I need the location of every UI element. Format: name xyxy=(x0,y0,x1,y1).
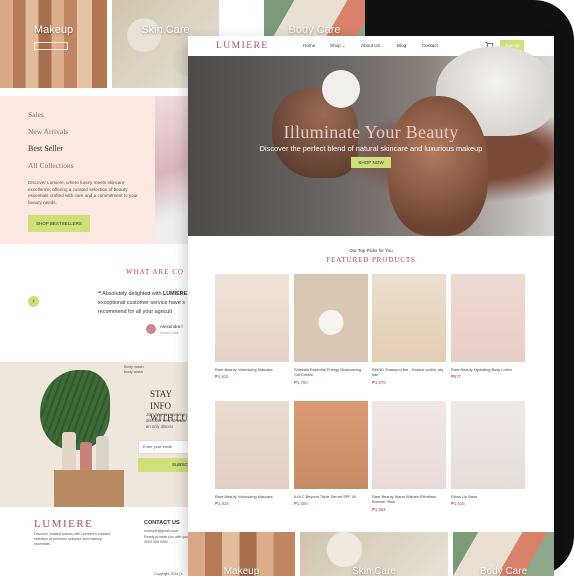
product-card[interactable]: Rare Beauty Volumizing Mascara ₱1,915 xyxy=(215,401,289,516)
chevron-left-icon[interactable]: ‹ xyxy=(28,296,39,307)
product-price: ₱1,564 xyxy=(372,506,386,512)
hero-banner: Illuminate Your Beauty Discover the perf… xyxy=(188,46,554,236)
mockup-stage: Makeup Skin Care Body Care Sales New Arr… xyxy=(0,0,574,576)
avatar xyxy=(146,324,156,334)
footer-description: Discover curated brands with Lumiere's c… xyxy=(34,532,110,546)
quote-prefix: Absolutely delighted with xyxy=(102,291,162,297)
reviewer-name: Alexandra l xyxy=(160,324,183,329)
email-field[interactable]: Enter your email xyxy=(138,440,190,454)
footer: LUMIERE Discover curated brands with Lum… xyxy=(0,510,190,576)
bottle-tag: Body wash body wash xyxy=(124,364,144,374)
cotton-pad-image xyxy=(322,70,360,108)
category-tile-makeup[interactable]: Makeup xyxy=(188,532,295,576)
sidebar-item-new-arrivals[interactable]: New Arrivals xyxy=(28,127,127,136)
product-name[interactable]: Shiseido Essential Energy Moisturizing G… xyxy=(294,367,368,378)
product-card[interactable]: Shiseido Essential Energy Moisturizing G… xyxy=(294,274,368,389)
product-price: ₱1,915 xyxy=(451,501,465,507)
shop-bestsellers-button[interactable]: SHOP BESTSELLERS xyxy=(28,215,90,232)
chevron-down-icon: ⌄ xyxy=(342,43,346,48)
product-price: ₱1,915 xyxy=(215,374,229,380)
product-image[interactable] xyxy=(294,401,368,489)
product-card[interactable]: ILIA C Beyond Triple Serum SPF 40 ₱1,500 xyxy=(294,401,368,516)
product-name[interactable]: ILIA C Beyond Triple Serum SPF 40 xyxy=(294,494,368,499)
category-label: Body Care xyxy=(288,24,341,36)
brand-logo[interactable]: LUMIERE xyxy=(216,41,269,51)
product-card[interactable]: Rare Beauty Hydrating Body Lotion ₱877 xyxy=(451,274,525,389)
shop-now-button[interactable]: SHOP NOW xyxy=(351,157,391,168)
nav-item-blog[interactable]: Blog xyxy=(397,43,406,48)
product-image[interactable] xyxy=(215,274,289,362)
product-name[interactable]: Rare Beauty Warm Wishes Effortless Bronz… xyxy=(372,494,446,505)
product-price: ₱1,570 xyxy=(372,379,386,385)
newsletter-heading-line-1: STAY INFO xyxy=(150,389,172,411)
product-price: ₱1,500 xyxy=(294,501,308,507)
category-tile-body-care[interactable]: Body Care xyxy=(453,532,554,576)
nav-item-shop-label: Shop xyxy=(330,43,341,48)
copyright: Copyright 2024 | L xyxy=(154,572,184,576)
product-price: ₱1,915 xyxy=(215,501,229,507)
product-bottle xyxy=(62,432,76,472)
hero-subtitle: Discover the perfect blend of natural sk… xyxy=(259,144,483,153)
category-label: Body Care xyxy=(479,566,528,576)
product-image xyxy=(155,96,190,244)
product-price: ₱877 xyxy=(451,374,462,380)
product-image[interactable] xyxy=(294,274,368,362)
category-label: Makeup xyxy=(223,566,260,576)
category-button[interactable] xyxy=(34,42,68,50)
product-card[interactable]: Ethos Lip Balm ₱1,915 xyxy=(451,401,525,516)
category-label: Skin Care xyxy=(141,24,190,36)
wooden-stand xyxy=(54,470,124,507)
product-price: ₱1,750 xyxy=(294,379,308,385)
product-card[interactable]: Rare Beauty Warm Wishes Effortless Bronz… xyxy=(372,401,446,516)
sidebar-item-best-seller[interactable]: Best Seller xyxy=(28,144,127,153)
sidebar-item-all-collections[interactable]: All Collections xyxy=(28,161,127,170)
subscribe-button[interactable]: SUBSCR xyxy=(138,458,190,472)
nav-item-about[interactable]: About Us xyxy=(361,43,380,48)
quote-rest: exceptional customer service have s reco… xyxy=(98,300,185,315)
category-strip: Makeup Skin Care Body Care xyxy=(188,532,554,576)
hero-title: Illuminate Your Beauty xyxy=(283,122,459,142)
contact-heading: CONTACT US xyxy=(144,520,180,526)
product-name[interactable]: BKIND Shampoo bar - Normal and/or oily h… xyxy=(372,367,446,378)
collections-sidebar: Sales New Arrivals Best Seller All Colle… xyxy=(0,96,155,244)
product-name[interactable]: Rare Beauty Volumizing Mascara xyxy=(215,367,289,372)
product-name[interactable]: Ethos Lip Balm xyxy=(451,494,525,499)
contact-lines: example@gmail.com Ready provide you with… xyxy=(144,529,188,546)
product-image[interactable] xyxy=(372,274,446,362)
product-bottle xyxy=(80,442,92,472)
quote-brand: LUMIERE xyxy=(162,291,188,297)
featured-heading: FEATURED PRODUCTS xyxy=(326,256,416,264)
nav-item-shop[interactable]: Shop ⌄ xyxy=(330,43,346,49)
contact-phone[interactable]: 0000 000 0000 xyxy=(144,540,188,546)
testimonial-quote: ❝ Absolutely delighted with LUMIERE exce… xyxy=(98,290,190,317)
sidebar-description: Discover Lumiere, where luxury meets ski… xyxy=(28,180,138,205)
sidebar-item-sales[interactable]: Sales xyxy=(28,110,127,119)
reviewer-role: Home Cook xyxy=(160,331,179,335)
product-image[interactable] xyxy=(215,401,289,489)
product-bottle xyxy=(96,436,109,472)
product-name[interactable]: Rare Beauty Hydrating Body Lotion xyxy=(451,367,525,372)
product-image[interactable] xyxy=(372,401,446,489)
testimonials-section: WHAT ARE CO ‹ ❝ Absolutely delighted wit… xyxy=(0,250,190,360)
newsletter-subtext: Join now to receive p discover new arriv… xyxy=(146,412,187,429)
featured-kicker: Our Top Picks for You xyxy=(349,248,393,253)
featured-header: Our Top Picks for You FEATURED PRODUCTS xyxy=(188,248,554,264)
product-image[interactable] xyxy=(451,274,525,362)
product-image[interactable] xyxy=(451,401,525,489)
product-name[interactable]: Rare Beauty Volumizing Mascara xyxy=(215,494,289,499)
nav-item-contact[interactable]: Contact xyxy=(422,43,438,48)
product-card[interactable]: BKIND Shampoo bar - Normal and/or oily h… xyxy=(372,274,446,389)
testimonials-heading: WHAT ARE CO xyxy=(126,268,184,276)
model-face-image xyxy=(388,96,488,236)
nav-item-home[interactable]: Home xyxy=(303,43,315,48)
footer-logo[interactable]: LUMIERE xyxy=(34,518,93,530)
product-card[interactable]: Rare Beauty Volumizing Mascara ₱1,915 xyxy=(215,274,289,389)
category-tile-makeup[interactable]: Makeup xyxy=(0,0,107,88)
category-tile-skin-care[interactable]: Skin Care xyxy=(300,532,448,576)
front-page-preview: LUMIERE Home Shop ⌄ About Us Blog Contac… xyxy=(188,36,554,576)
category-label: Makeup xyxy=(33,24,74,36)
category-label: Skin Care xyxy=(352,566,396,576)
newsletter-section: Body wash body wash STAY INFO WITH LU Joi… xyxy=(0,362,190,507)
